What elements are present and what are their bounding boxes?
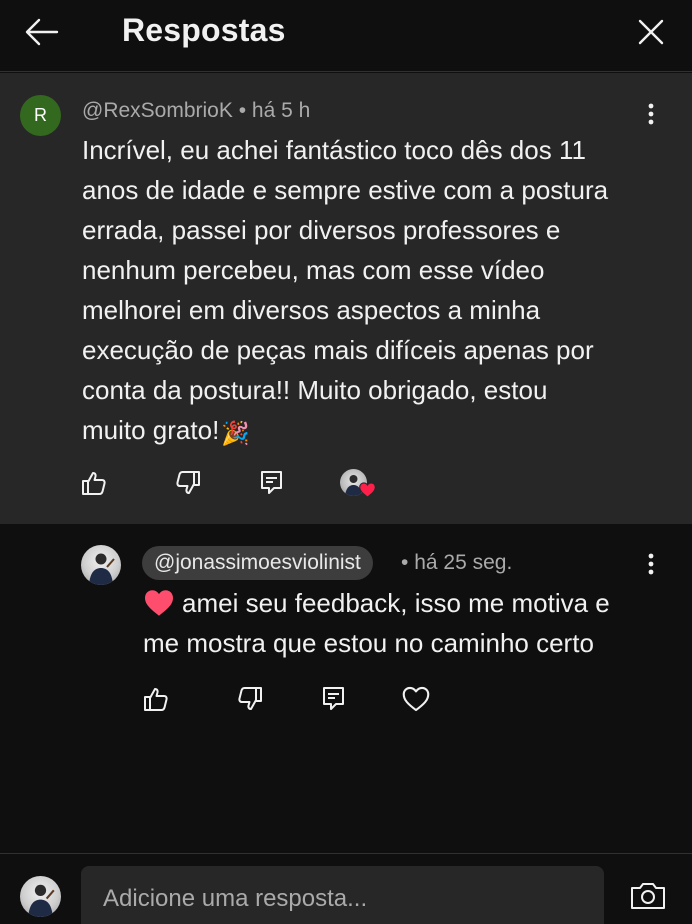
dislike-icon <box>176 471 200 494</box>
dislike-button[interactable] <box>168 463 208 503</box>
comment-options-button[interactable] <box>636 94 666 134</box>
reply-reply-button[interactable] <box>314 679 354 719</box>
comment-meta: @RexSombrioK • há 5 h <box>82 99 310 123</box>
comment-line: Incrível, eu achei fantástico toco dês d… <box>82 135 586 165</box>
reply-options-button[interactable] <box>636 544 666 584</box>
close-icon <box>638 19 664 45</box>
parent-comment: R @RexSombrioK • há 5 h Incrível, eu ach… <box>0 73 692 524</box>
more-vertical-icon <box>648 103 654 125</box>
reply-author-chip[interactable]: @jonassimoesviolinist <box>142 546 373 580</box>
like-icon <box>144 688 168 711</box>
reply-icon <box>323 687 344 710</box>
comment-line: anos de idade e sempre estive com a post… <box>82 175 609 205</box>
reply-dislike-button[interactable] <box>230 679 270 719</box>
party-popper-emoji: 🎉 <box>221 420 250 446</box>
comment-body: Incrível, eu achei fantástico toco dês d… <box>82 130 608 453</box>
page-title: Respostas <box>122 12 286 48</box>
camera-icon <box>631 883 665 909</box>
arrow-left-icon <box>25 18 59 46</box>
back-button[interactable] <box>20 12 64 52</box>
camera-button[interactable] <box>626 874 670 918</box>
user-avatar <box>20 876 61 917</box>
creator-heart-button[interactable] <box>340 469 376 503</box>
reply-meta: • há 25 seg. <box>401 551 512 575</box>
reply-body: amei seu feedback, isso me motiva e me m… <box>143 583 610 663</box>
reply-author-avatar[interactable] <box>81 545 121 585</box>
author-avatar[interactable]: R <box>20 95 61 136</box>
heart-icon <box>402 686 430 712</box>
reply-line: me mostra que estou no caminho certo <box>143 628 594 658</box>
reply-icon <box>261 471 282 494</box>
comment-line: errada, passei por diversos professores … <box>82 215 561 245</box>
author-name[interactable]: @RexSombrioK <box>82 99 233 122</box>
reply-composer <box>0 853 692 924</box>
dislike-icon <box>238 687 262 710</box>
reply-button[interactable] <box>252 463 292 503</box>
like-icon <box>82 472 106 495</box>
reply-like-button[interactable] <box>136 679 176 719</box>
comment-line: execução de peças mais difíceis apenas p… <box>82 335 594 365</box>
comment-line: melhorei em diversos aspectos a minha <box>82 295 541 325</box>
reply-time: há 25 seg. <box>414 551 513 574</box>
comment-line: nenhum percebeu, mas com esse vídeo <box>82 255 545 285</box>
like-button[interactable] <box>74 463 114 503</box>
comment-line: muito grato!🎉 <box>82 410 608 453</box>
top-bar: Respostas <box>0 0 692 72</box>
reply-input[interactable] <box>81 866 604 924</box>
creator-heart-icon <box>359 482 376 498</box>
reply-line: amei seu feedback, isso me motiva e <box>182 588 610 618</box>
more-vertical-icon <box>648 553 654 575</box>
meta-separator: • <box>238 99 247 122</box>
comment-time: há 5 h <box>251 99 311 122</box>
reply-heart-button[interactable] <box>396 679 436 719</box>
meta-separator: • <box>401 551 409 574</box>
close-button[interactable] <box>628 12 674 52</box>
comment-line: conta da postura!! Muito obrigado, estou <box>82 375 548 405</box>
